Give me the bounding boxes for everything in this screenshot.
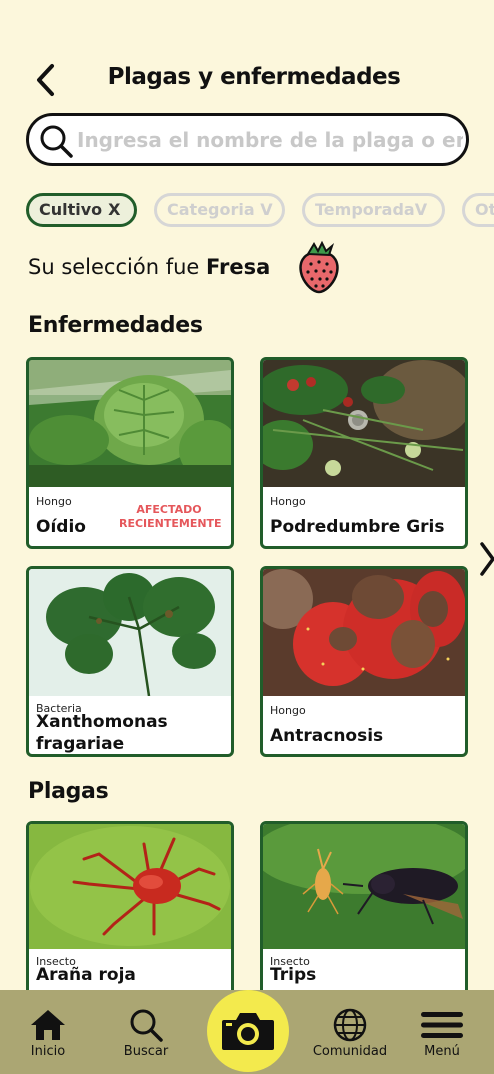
disease-card-antracnosis[interactable]: Hongo Antracnosis bbox=[260, 566, 468, 757]
strawberry-icon bbox=[299, 240, 339, 294]
chevron-down-icon: V bbox=[260, 200, 273, 219]
nav-community[interactable]: Comunidad bbox=[310, 1008, 390, 1059]
card-image bbox=[263, 360, 465, 487]
card-image bbox=[29, 569, 231, 696]
card-name: Antracnosis bbox=[270, 726, 384, 746]
card-image bbox=[29, 360, 231, 487]
filter-chips: Cultivo X Categoria V TemporadaV Ot bbox=[26, 193, 494, 227]
pest-card-arana-roja[interactable]: Insecto Araña roja bbox=[26, 821, 234, 1001]
card-image bbox=[263, 824, 465, 949]
card-name: Oídio bbox=[36, 517, 86, 537]
nav-home[interactable]: Inicio bbox=[8, 1008, 88, 1059]
card-name: Xanthomonas fragariae bbox=[36, 712, 168, 754]
filter-chip-otros[interactable]: Ot bbox=[462, 193, 494, 227]
disease-card-oidio[interactable]: Hongo Oídio AFECTADO RECIENTEMENTE bbox=[26, 357, 234, 549]
card-category: Hongo bbox=[270, 704, 306, 717]
header: Plagas y enfermedades bbox=[0, 56, 494, 102]
card-image bbox=[263, 569, 465, 696]
card-name: Trips bbox=[270, 965, 317, 985]
nav-menu-label: Menú bbox=[424, 1044, 460, 1059]
chevron-right-icon[interactable] bbox=[480, 541, 494, 577]
card-category: Hongo bbox=[36, 495, 72, 508]
nav-home-label: Inicio bbox=[30, 1044, 66, 1059]
chevron-down-icon: V bbox=[414, 200, 428, 219]
card-name: Podredumbre Gris bbox=[270, 517, 445, 537]
pest-card-trips[interactable]: Insecto Trips bbox=[260, 821, 468, 1001]
selected-crop: Fresa bbox=[206, 255, 271, 279]
page-title: Plagas y enfermedades bbox=[107, 64, 401, 90]
card-category: Hongo bbox=[270, 495, 306, 508]
filter-chip-categoria[interactable]: Categoria V bbox=[154, 193, 285, 227]
nav-community-label: Comunidad bbox=[312, 1044, 388, 1059]
remove-filter-icon[interactable]: X bbox=[108, 200, 120, 219]
selection-text: Su selección fue Fresa bbox=[28, 255, 271, 279]
menu-icon bbox=[421, 1012, 463, 1038]
filter-chip-temporada[interactable]: TemporadaV bbox=[302, 193, 445, 227]
card-name: Araña roja bbox=[36, 965, 136, 985]
globe-icon bbox=[333, 1008, 367, 1042]
section-title-plagas: Plagas bbox=[28, 779, 109, 804]
section-title-enfermedades: Enfermedades bbox=[28, 313, 203, 338]
search-input[interactable] bbox=[77, 122, 463, 158]
home-icon bbox=[31, 1010, 65, 1040]
nav-search[interactable]: Buscar bbox=[106, 1008, 186, 1059]
search-icon bbox=[40, 125, 73, 158]
nav-search-label: Buscar bbox=[123, 1044, 169, 1059]
card-image bbox=[29, 824, 231, 949]
disease-card-podredumbre-gris[interactable]: Hongo Podredumbre Gris bbox=[260, 357, 468, 549]
recently-affected-badge: AFECTADO RECIENTEMENTE bbox=[119, 503, 222, 530]
search-bar[interactable] bbox=[26, 113, 469, 166]
filter-chip-cultivo[interactable]: Cultivo X bbox=[26, 193, 137, 227]
nav-menu[interactable]: Menú bbox=[402, 1008, 482, 1059]
camera-button[interactable] bbox=[207, 990, 289, 1072]
camera-icon bbox=[222, 1013, 274, 1050]
disease-card-xanthomonas[interactable]: Bacteria Xanthomonas fragariae bbox=[26, 566, 234, 757]
search-icon bbox=[130, 1009, 163, 1042]
